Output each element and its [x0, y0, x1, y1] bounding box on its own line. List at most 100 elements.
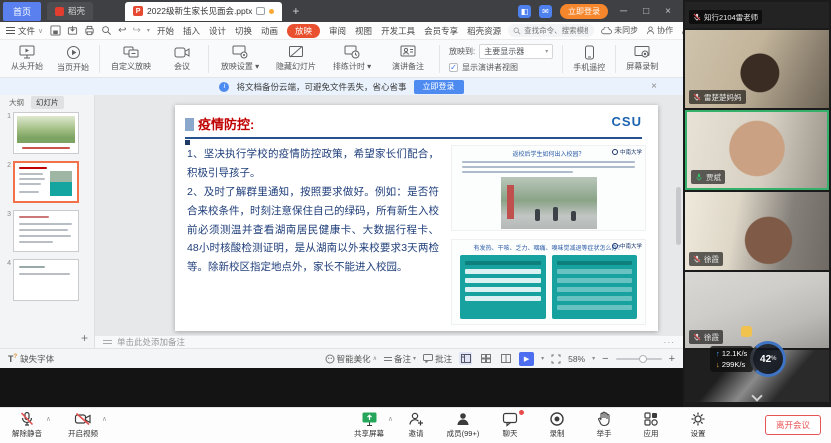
normal-view-icon[interactable]: [459, 352, 472, 365]
upload-arrow-icon: ↑: [716, 349, 720, 358]
rehearse-button[interactable]: 排练计时 ▾: [324, 45, 380, 72]
video-tile-4[interactable]: 徐霞: [685, 192, 829, 270]
camera-options-caret[interactable]: ∧: [102, 415, 107, 423]
slide-thumbnail-1[interactable]: [13, 112, 79, 154]
share-screen-icon: [361, 411, 378, 427]
missing-font-indicator[interactable]: T? 缺失字体: [8, 353, 54, 365]
tab-review[interactable]: 审阅: [329, 25, 346, 37]
video-tile-3-speaking[interactable]: 贾斌: [685, 110, 829, 190]
presenter-view-checkbox[interactable]: ✓: [449, 63, 458, 72]
save-icon[interactable]: [50, 25, 61, 36]
slide-image-symptom-flow: 有发热、干咳、乏力、咽痛、嗅味觉减退等症状怎么办？ 中南大学: [451, 239, 646, 325]
tab-devtools[interactable]: 开发工具: [381, 25, 415, 37]
notes-more-icon[interactable]: ···: [664, 337, 676, 347]
notice-login-button[interactable]: 立即登录: [414, 80, 464, 94]
screen-record-button[interactable]: 屏幕录制: [619, 45, 665, 72]
record-icon: [549, 411, 565, 427]
settings-button[interactable]: 设置: [681, 411, 715, 439]
video-tile-1[interactable]: 知行2104雷老师: [685, 2, 829, 28]
close-button[interactable]: ×: [661, 6, 675, 17]
leave-meeting-button[interactable]: 离开会议: [765, 415, 821, 435]
sync-status[interactable]: 未同步: [601, 25, 638, 36]
share-options-caret[interactable]: ∧: [388, 415, 393, 423]
slide-sorter-view-icon[interactable]: [479, 352, 492, 365]
notice-close-icon[interactable]: ×: [651, 81, 657, 92]
theme-icon[interactable]: ◧: [518, 5, 531, 18]
slide-editor[interactable]: 疫情防控: CSU 1、坚决执行学校的疫情防控政策，希望家长们配合，积极引导孩子…: [95, 95, 683, 348]
record-button[interactable]: 录制: [540, 411, 574, 439]
tab-view[interactable]: 视图: [355, 25, 372, 37]
maximize-button[interactable]: □: [639, 6, 653, 17]
comments-button[interactable]: 批注: [423, 353, 452, 365]
reading-view-icon[interactable]: [499, 352, 512, 365]
invite-button[interactable]: 邀请: [399, 411, 433, 439]
outline-tab[interactable]: 大纲: [4, 96, 29, 109]
meeting-button[interactable]: 会议: [159, 46, 205, 72]
video-tile-2[interactable]: 雷楚楚妈妈: [685, 30, 829, 108]
tab-animation[interactable]: 动画: [261, 25, 278, 37]
raise-hand-icon: [596, 411, 612, 427]
hide-slide-button[interactable]: 隐藏幻灯片: [268, 45, 324, 72]
message-icon[interactable]: ✉: [539, 5, 552, 18]
play-slideshow-button[interactable]: ▶: [519, 352, 534, 366]
file-menu[interactable]: 文件 ∨: [6, 25, 43, 37]
raise-hand-label: 举手: [597, 428, 612, 439]
tab-daoke-res[interactable]: 稻壳资源: [467, 25, 501, 37]
share-screen-button[interactable]: 共享屏幕 ∧: [352, 411, 386, 439]
slide-image-campus-entry: 返校后学生如何出入校园？ 中南大学: [451, 145, 646, 231]
login-button[interactable]: 立即登录: [560, 4, 608, 19]
from-beginning-button[interactable]: 从头开始: [4, 45, 50, 72]
chat-label: 聊天: [503, 428, 518, 439]
mic-options-caret[interactable]: ∧: [46, 415, 51, 423]
redo-icon[interactable]: ↪: [133, 25, 141, 36]
slide-thumbnail-3[interactable]: [13, 210, 79, 252]
screen: 首页 稻壳 P 2022级新生家长见面会.pptx + ◧ ✉ 立即登录 ─ □…: [0, 0, 831, 443]
zoom-in-button[interactable]: +: [669, 353, 675, 365]
raise-hand-button[interactable]: 举手: [587, 411, 621, 439]
collaborate-button[interactable]: 协作: [646, 25, 673, 36]
tab-transition[interactable]: 切换: [235, 25, 252, 37]
current-slide[interactable]: 疫情防控: CSU 1、坚决执行学校的疫情防控政策，希望家长们配合，积极引导孩子…: [175, 105, 658, 331]
speaker-notes-button[interactable]: 演讲备注: [380, 45, 436, 72]
from-current-button[interactable]: 当页开始: [50, 45, 96, 73]
video-tile-5[interactable]: 徐霞: [685, 272, 829, 348]
custom-show-button[interactable]: 自定义放映: [103, 45, 159, 72]
tab-member[interactable]: 会员专享: [424, 25, 458, 37]
unmute-button[interactable]: 解除静音 ∧: [10, 411, 44, 439]
muted-mic-icon: [693, 333, 701, 341]
members-button[interactable]: 成员(99+): [446, 411, 480, 439]
tab-home[interactable]: 开始: [157, 25, 174, 37]
zoom-out-button[interactable]: −: [602, 353, 608, 365]
home-tab[interactable]: 首页: [3, 2, 41, 21]
tab-design[interactable]: 设计: [209, 25, 226, 37]
show-settings-button[interactable]: 放映设置 ▾: [212, 45, 268, 72]
slide-thumbnail-4[interactable]: [13, 259, 79, 301]
tab-insert[interactable]: 插入: [183, 25, 200, 37]
zoom-slider[interactable]: [616, 358, 662, 360]
notes-toggle-button[interactable]: 备注 ▾: [384, 353, 416, 365]
zoom-level[interactable]: 58%: [568, 354, 585, 364]
chat-button[interactable]: 聊天: [493, 411, 527, 439]
apps-button[interactable]: 应用: [634, 411, 668, 439]
add-slide-button[interactable]: +: [81, 331, 88, 345]
print-icon[interactable]: [84, 25, 95, 36]
display-select[interactable]: 主要显示器 ▾: [479, 44, 553, 59]
export-icon[interactable]: [67, 25, 78, 36]
smart-beautify-button[interactable]: 智能美化 ∧: [325, 353, 377, 365]
slide-thumbnail-2-selected[interactable]: [13, 161, 79, 203]
document-tab[interactable]: P 2022级新生家长见面会.pptx: [125, 2, 282, 21]
slides-tab[interactable]: 幻灯片: [31, 96, 64, 109]
daoke-tab[interactable]: 稻壳: [47, 2, 93, 20]
notes-bar[interactable]: 单击此处添加备注 ···: [95, 335, 683, 348]
members-icon: [455, 411, 471, 427]
fullscreen-icon[interactable]: [551, 354, 561, 364]
new-tab-button[interactable]: +: [292, 4, 299, 18]
tab-slideshow[interactable]: 放映: [287, 24, 320, 38]
phone-remote-button[interactable]: 手机遥控: [566, 45, 612, 73]
undo-icon[interactable]: ↩: [118, 25, 126, 36]
minimize-button[interactable]: ─: [616, 6, 631, 17]
missing-font-label: 缺失字体: [20, 353, 54, 365]
preview-icon[interactable]: [101, 25, 112, 36]
editor-scrollbar[interactable]: [676, 101, 681, 328]
start-video-button[interactable]: 开启视频 ∧: [66, 411, 100, 439]
